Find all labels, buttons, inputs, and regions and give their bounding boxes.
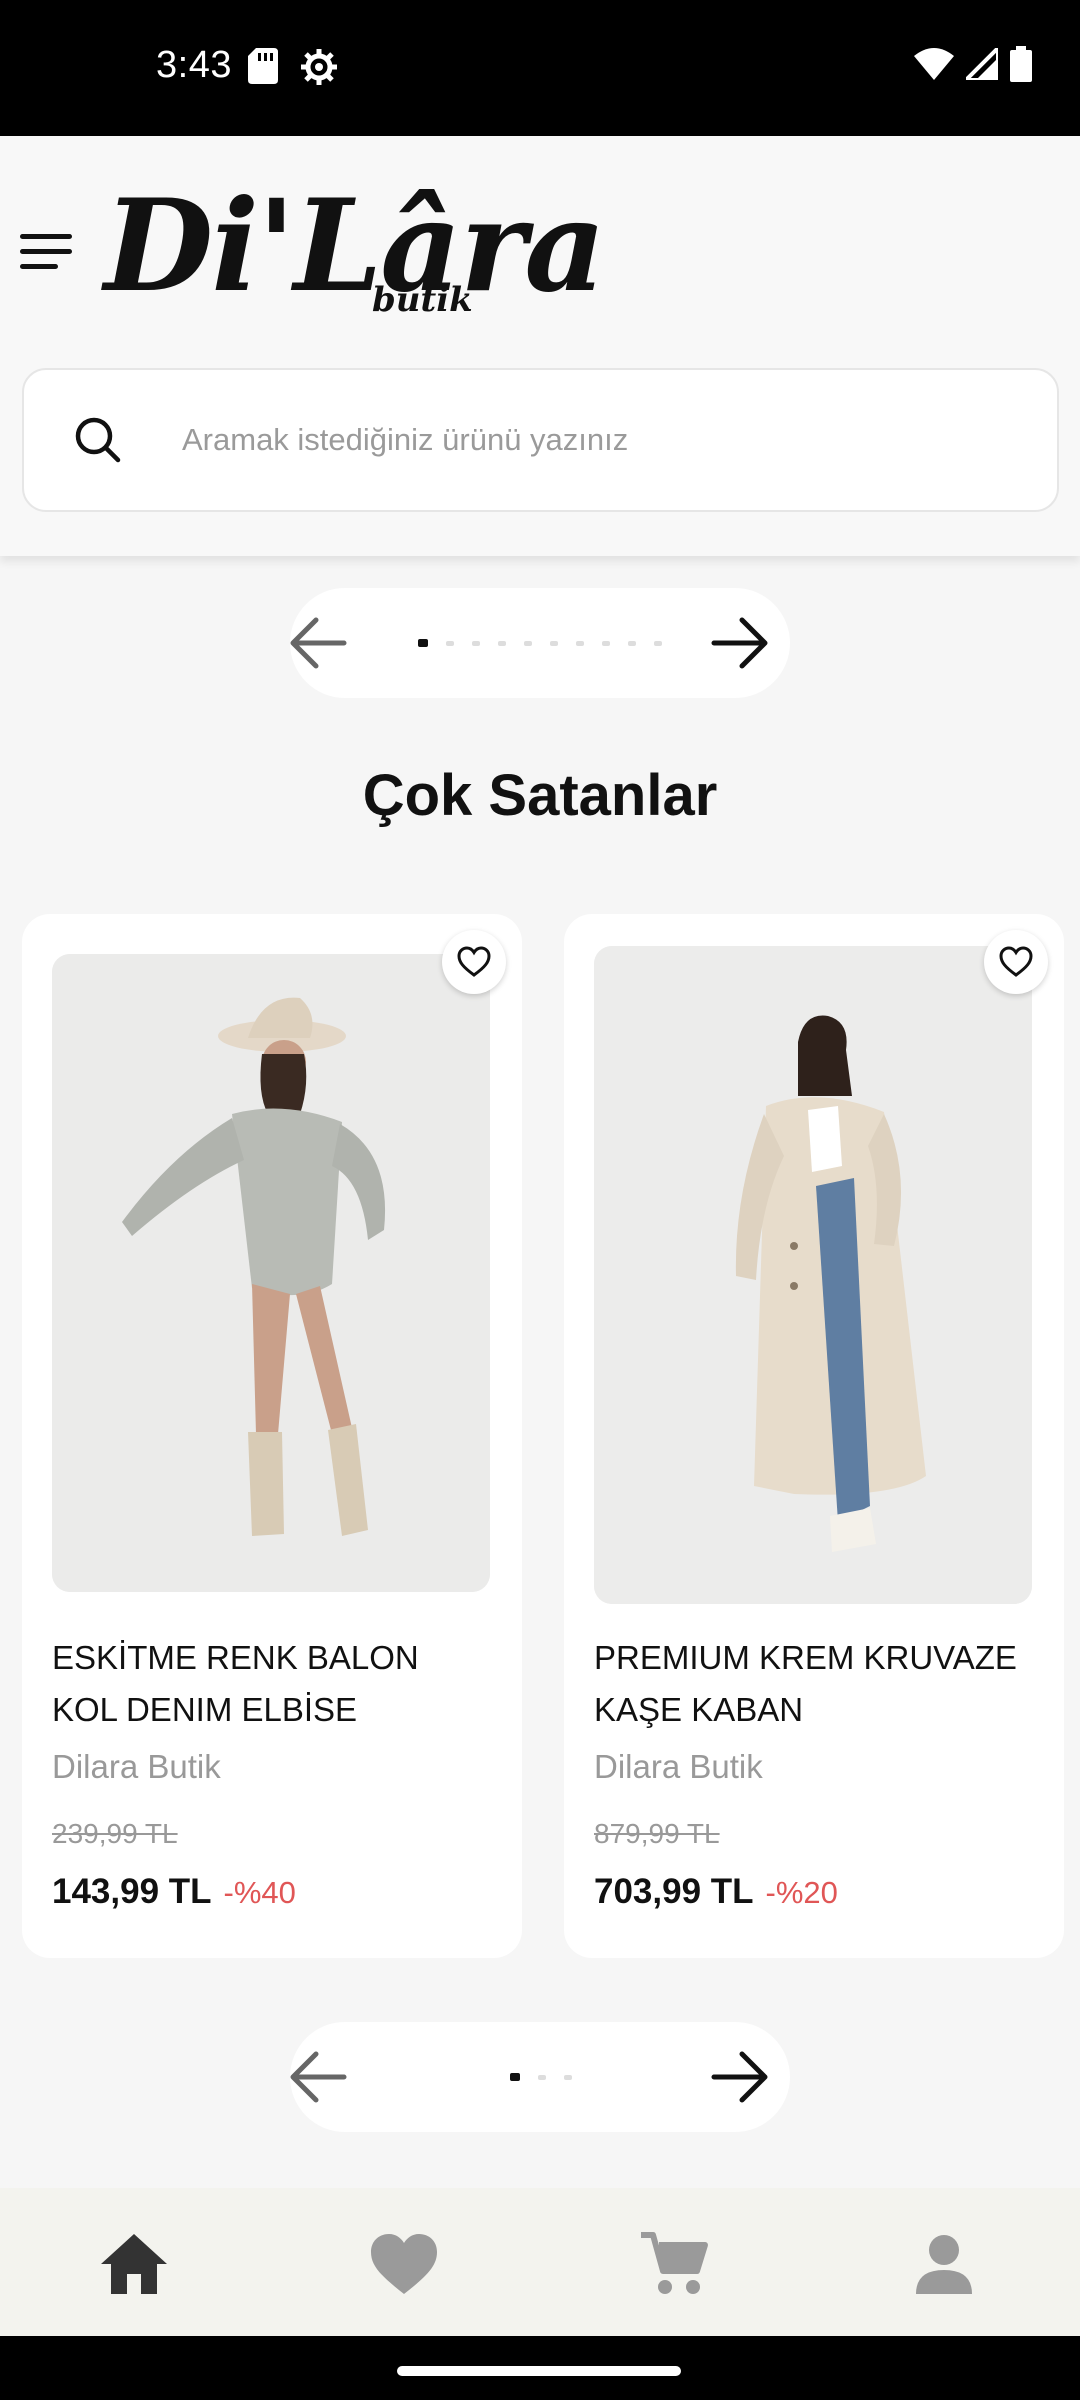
product-price: 703,99 TL — [594, 1872, 754, 1911]
favorite-button[interactable] — [984, 930, 1048, 994]
banner-page-dots — [418, 639, 662, 647]
product-old-price: 879,99 TL — [594, 1818, 720, 1849]
home-gesture-handle[interactable] — [397, 2366, 681, 2376]
products-pager — [290, 2022, 790, 2132]
status-icons-left — [248, 48, 338, 86]
product-image[interactable] — [594, 946, 1032, 1604]
product-old-price: 239,99 TL — [52, 1818, 178, 1849]
sd-card-icon — [248, 48, 278, 84]
product-price-row: 143,99 TL -%40 — [52, 1872, 296, 1912]
page-dot[interactable] — [654, 640, 662, 646]
hamburger-menu-icon[interactable] — [20, 230, 76, 280]
search-icon — [75, 417, 121, 463]
product-discount: -%20 — [765, 1875, 838, 1910]
page-dot[interactable] — [524, 640, 532, 646]
page-dot[interactable] — [446, 640, 454, 646]
banner-pager — [290, 588, 790, 698]
page-dot[interactable] — [628, 640, 636, 646]
page-dot-active[interactable] — [510, 2073, 520, 2081]
gesture-nav-area — [0, 2336, 1080, 2400]
cart-icon — [641, 2232, 708, 2294]
product-image[interactable] — [52, 954, 490, 1592]
nav-home[interactable] — [94, 2226, 174, 2302]
product-price-row: 703,99 TL -%20 — [594, 1872, 838, 1912]
page-dot[interactable] — [602, 640, 610, 646]
page-dot[interactable] — [472, 640, 480, 646]
arrow-right-icon[interactable] — [710, 2050, 770, 2104]
arrow-right-icon[interactable] — [710, 616, 770, 670]
app-header: Di'Lâra butik — [0, 136, 1080, 556]
product-brand: Dilara Butik — [52, 1748, 221, 1785]
product-name[interactable]: PREMIUM KREM KRUVAZE KAŞE KABAN — [594, 1632, 1034, 1736]
product-brand: Dilara Butik — [594, 1748, 763, 1785]
products-page-dots — [510, 2073, 572, 2081]
page-dot[interactable] — [498, 640, 506, 646]
heart-outline-icon — [999, 946, 1033, 977]
battery-icon — [1010, 46, 1032, 82]
profile-icon — [916, 2235, 972, 2294]
bottom-nav — [0, 2188, 1080, 2336]
heart-outline-icon — [457, 946, 491, 977]
search-bar[interactable] — [22, 368, 1059, 512]
status-icons-right — [914, 46, 1032, 82]
status-time: 3:43 — [156, 44, 232, 86]
nav-profile[interactable] — [904, 2226, 984, 2302]
section-title: Çok Satanlar — [362, 763, 718, 828]
heart-icon — [371, 2234, 437, 2294]
product-name[interactable]: ESKİTME RENK BALON KOL DENIM ELBİSE — [52, 1632, 492, 1736]
arrow-left-icon[interactable] — [288, 2050, 348, 2104]
brand-logo: Di'Lâra butik — [104, 172, 606, 332]
home-icon — [101, 2234, 167, 2294]
page-dot[interactable] — [576, 640, 584, 646]
product-discount: -%40 — [223, 1875, 296, 1910]
logo-subtext: butik — [372, 280, 473, 320]
page-dot[interactable] — [564, 2074, 572, 2080]
status-bar: 3:43 — [0, 0, 1080, 136]
page-dot[interactable] — [538, 2074, 546, 2080]
nav-cart[interactable] — [634, 2226, 714, 2302]
search-input[interactable] — [182, 414, 1002, 466]
settings-gear-icon — [301, 49, 337, 85]
product-card[interactable]: ESKİTME RENK BALON KOL DENIM ELBİSE Dila… — [22, 914, 522, 1958]
page-dot-active[interactable] — [418, 639, 428, 647]
nav-favorites[interactable] — [364, 2226, 444, 2302]
arrow-left-icon[interactable] — [288, 616, 348, 670]
signal-icon — [966, 48, 998, 80]
product-price: 143,99 TL — [52, 1872, 212, 1911]
product-card[interactable]: PREMIUM KREM KRUVAZE KAŞE KABAN Dilara B… — [564, 914, 1064, 1958]
wifi-icon — [914, 48, 954, 80]
page-dot[interactable] — [550, 640, 558, 646]
logo-text: Di'Lâra — [104, 172, 606, 320]
favorite-button[interactable] — [442, 930, 506, 994]
